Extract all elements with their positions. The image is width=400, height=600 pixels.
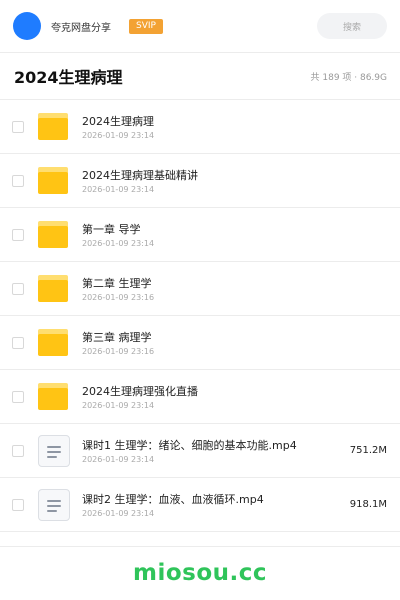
search-placeholder: 搜索 [342,22,361,33]
select-checkbox[interactable] [12,120,24,133]
video-file-icon [38,434,70,467]
folder-row[interactable]: 2024生理病理强化直播 2026-01-09 23:14 [0,370,400,424]
page-title: 2024生理病理 [14,68,123,87]
item-name: 第一章 导学 [82,222,141,236]
item-date: 2026-01-09 23:14 [82,130,155,140]
item-info: 课时1 生理学：绪论、细胞的基本功能.mp4 2026-01-09 23:14 [82,438,342,464]
select-checkbox[interactable] [12,498,24,511]
select-checkbox[interactable] [12,336,24,349]
avatar[interactable] [13,12,41,40]
folder-row[interactable]: 2024生理病理基础精讲 2026-01-09 23:14 [0,154,400,208]
item-name: 2024生理病理 [82,114,154,128]
folder-icon [38,273,70,305]
file-list: 2024生理病理 2026-01-09 23:14 2024生理病理基础精讲 2026… [0,99,400,532]
item-name: 课时2 生理学：血液、血液循环.mp4 [82,492,264,506]
file-row[interactable]: 课时1 生理学：绪论、细胞的基本功能.mp4 2026-01-09 23:14 75… [0,424,400,478]
select-checkbox[interactable] [12,228,24,241]
watermark: miosou.cc [132,560,268,586]
item-date: 2026-01-09 23:16 [82,292,155,302]
item-date: 2026-01-09 23:14 [82,400,155,410]
bottom-divider [0,546,400,547]
folder-icon [38,381,70,413]
item-size: 918.1M [349,499,387,510]
item-name: 第三章 病理学 [82,330,152,344]
folder-icon [38,111,70,143]
folder-row[interactable]: 第二章 生理学 2026-01-09 23:16 [0,262,400,316]
item-name: 2024生理病理基础精讲 [82,168,198,182]
folder-row[interactable]: 第三章 病理学 2026-01-09 23:16 [0,316,400,370]
item-size: 751.2M [349,445,387,456]
select-checkbox[interactable] [12,282,24,295]
item-name: 第二章 生理学 [82,276,152,290]
item-info: 第一章 导学 2026-01-09 23:14 [82,222,387,248]
item-date: 2026-01-09 23:14 [82,184,155,194]
item-info: 课时2 生理学：血液、血液循环.mp4 2026-01-09 23:14 [82,492,342,518]
select-checkbox[interactable] [12,390,24,403]
select-checkbox[interactable] [12,444,24,457]
item-date: 2026-01-09 23:14 [82,508,155,518]
svip-badge: SVIP [129,18,163,34]
item-info: 2024生理病理 2026-01-09 23:14 [82,114,387,140]
brand-name: 夸克网盘分享 [51,22,111,34]
item-name: 2024生理病理强化直播 [82,384,198,398]
video-file-icon [38,488,70,521]
folder-icon [38,327,70,359]
select-checkbox[interactable] [12,174,24,187]
folder-meta: 共 189 项 · 86.9G [310,72,388,83]
folder-row[interactable]: 第一章 导学 2026-01-09 23:14 [0,208,400,262]
folder-icon [38,219,70,251]
item-info: 第三章 病理学 2026-01-09 23:16 [82,330,387,356]
file-row[interactable]: 课时2 生理学：血液、血液循环.mp4 2026-01-09 23:14 918.1… [0,478,400,532]
item-info: 第二章 生理学 2026-01-09 23:16 [82,276,387,302]
item-info: 2024生理病理强化直播 2026-01-09 23:14 [82,384,387,410]
item-info: 2024生理病理基础精讲 2026-01-09 23:14 [82,168,387,194]
folder-header: 2024生理病理 共 189 项 · 86.9G [0,53,400,99]
item-date: 2026-01-09 23:16 [82,346,155,356]
item-name: 课时1 生理学：绪论、细胞的基本功能.mp4 [82,438,297,452]
top-bar: 夸克网盘分享 SVIP 搜索 [0,0,400,52]
folder-row[interactable]: 2024生理病理 2026-01-09 23:14 [0,100,400,154]
folder-icon [38,165,70,197]
item-date: 2026-01-09 23:14 [82,238,155,248]
item-date: 2026-01-09 23:14 [82,454,155,464]
search-input[interactable]: 搜索 [317,13,387,39]
